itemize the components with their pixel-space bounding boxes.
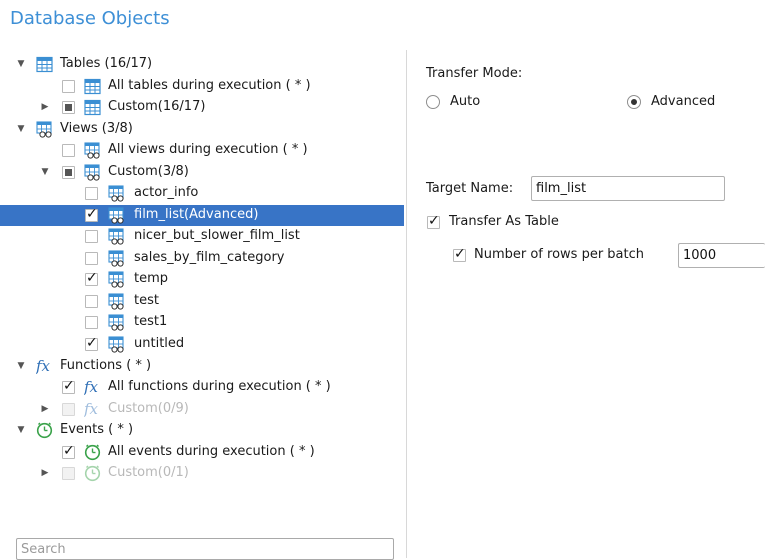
checkbox[interactable] <box>62 144 75 157</box>
checkbox[interactable] <box>85 230 98 243</box>
tree-node-view[interactable]: nicer_but_slower_film_list <box>0 226 404 247</box>
transfer-as-table-checkbox[interactable] <box>427 213 440 229</box>
tree-label: Custom(0/9) <box>108 401 189 416</box>
tree-node-view[interactable]: temp <box>0 269 404 290</box>
target-name-input[interactable] <box>531 176 725 201</box>
tree-node-view[interactable]: test <box>0 291 404 312</box>
view-icon <box>108 336 124 353</box>
tree-label: temp <box>134 271 169 286</box>
page-title: Database Objects <box>10 8 170 29</box>
table-icon <box>84 99 101 116</box>
rows-per-batch-input[interactable] <box>678 243 765 268</box>
tree-label: Custom(0/1) <box>108 465 189 480</box>
tree-label: All views during execution ( * ) <box>108 142 308 157</box>
event-clock-icon <box>84 444 101 461</box>
function-icon <box>36 358 51 375</box>
table-icon <box>36 56 53 73</box>
tree-node-custom-tables[interactable]: ▶ Custom(16/17) <box>0 97 404 118</box>
view-icon <box>108 207 124 224</box>
target-name-label: Target Name: <box>426 181 514 196</box>
tree-label: Tables (16/17) <box>60 56 153 71</box>
tree-label: Views (3/8) <box>60 121 133 136</box>
view-icon <box>108 185 124 202</box>
view-icon <box>84 164 100 181</box>
checkbox[interactable] <box>62 467 75 480</box>
view-icon <box>108 314 124 331</box>
tree-node-custom-events[interactable]: ▶ Custom(0/1) <box>0 463 404 484</box>
tree-label: film_list(Advanced) <box>134 207 259 222</box>
event-clock-icon <box>36 422 53 439</box>
view-icon <box>108 228 124 245</box>
rows-per-batch-checkbox[interactable] <box>453 246 466 262</box>
tree-label: Functions ( * ) <box>60 358 152 373</box>
checkbox[interactable] <box>62 80 75 93</box>
tree-node-tables[interactable]: ▼ Tables (16/17) <box>0 54 404 75</box>
tree-label: sales_by_film_category <box>134 250 285 265</box>
checkbox[interactable] <box>85 187 98 200</box>
table-icon <box>84 78 101 95</box>
checkbox[interactable] <box>62 378 75 394</box>
checkbox[interactable] <box>85 206 98 222</box>
checkbox[interactable] <box>85 335 98 351</box>
tree-node-custom-views[interactable]: ▼ Custom(3/8) <box>0 162 404 183</box>
rows-per-batch-label: Number of rows per batch <box>474 247 644 262</box>
view-icon <box>36 121 52 138</box>
tree-label: actor_info <box>134 185 199 200</box>
tree-node-view-selected[interactable]: film_list(Advanced) <box>0 205 404 226</box>
checkbox[interactable] <box>85 295 98 308</box>
checkbox[interactable] <box>62 403 75 416</box>
chevron-down-icon[interactable]: ▼ <box>16 59 26 69</box>
panel-divider <box>406 50 407 558</box>
tree-label: All events during execution ( * ) <box>108 444 315 459</box>
tree-node-all-functions[interactable]: All functions during execution ( * ) <box>0 377 404 398</box>
checkbox[interactable] <box>62 166 75 179</box>
view-icon <box>108 250 124 267</box>
view-icon <box>108 271 124 288</box>
tree-node-all-tables[interactable]: All tables during execution ( * ) <box>0 76 404 97</box>
view-icon <box>108 293 124 310</box>
tree-node-all-events[interactable]: All events during execution ( * ) <box>0 442 404 463</box>
chevron-down-icon[interactable]: ▼ <box>16 124 26 134</box>
advanced-radio[interactable] <box>627 95 641 109</box>
tree-node-view[interactable]: actor_info <box>0 183 404 204</box>
checkbox[interactable] <box>85 252 98 265</box>
chevron-right-icon[interactable]: ▶ <box>40 102 50 112</box>
tree-node-events[interactable]: ▼ Events ( * ) <box>0 420 404 441</box>
checkbox[interactable] <box>85 270 98 286</box>
tree-node-all-views[interactable]: All views during execution ( * ) <box>0 140 404 161</box>
function-icon <box>84 401 99 418</box>
tree-label: untitled <box>134 336 185 351</box>
search-input[interactable] <box>16 538 394 560</box>
view-icon <box>84 142 100 159</box>
event-clock-icon <box>84 465 101 482</box>
transfer-mode-label: Transfer Mode: <box>426 66 523 81</box>
checkbox[interactable] <box>85 316 98 329</box>
checkbox[interactable] <box>62 101 75 114</box>
auto-radio-label: Auto <box>450 94 481 109</box>
chevron-down-icon[interactable]: ▼ <box>16 361 26 371</box>
tree-node-view[interactable]: test1 <box>0 312 404 333</box>
checkbox[interactable] <box>62 443 75 459</box>
auto-radio[interactable] <box>426 95 440 109</box>
tree-label: Custom(16/17) <box>108 99 206 114</box>
chevron-down-icon[interactable]: ▼ <box>40 167 50 177</box>
tree-label: Events ( * ) <box>60 422 134 437</box>
function-icon <box>84 379 99 396</box>
transfer-as-table-label: Transfer As Table <box>449 214 559 229</box>
tree-node-view[interactable]: sales_by_film_category <box>0 248 404 269</box>
tree-label: Custom(3/8) <box>108 164 189 179</box>
advanced-radio-label: Advanced <box>651 94 716 109</box>
chevron-right-icon[interactable]: ▶ <box>40 404 50 414</box>
tree-label: All functions during execution ( * ) <box>108 379 331 394</box>
tree-node-functions[interactable]: ▼ Functions ( * ) <box>0 356 404 377</box>
tree-node-views[interactable]: ▼ Views (3/8) <box>0 119 404 140</box>
chevron-down-icon[interactable]: ▼ <box>16 425 26 435</box>
tree-label: nicer_but_slower_film_list <box>134 228 300 243</box>
tree-label: test1 <box>134 314 168 329</box>
tree-node-custom-functions[interactable]: ▶ Custom(0/9) <box>0 399 404 420</box>
tree-node-view[interactable]: untitled <box>0 334 404 355</box>
tree-label: All tables during execution ( * ) <box>108 78 311 93</box>
tree-label: test <box>134 293 159 308</box>
chevron-right-icon[interactable]: ▶ <box>40 468 50 478</box>
